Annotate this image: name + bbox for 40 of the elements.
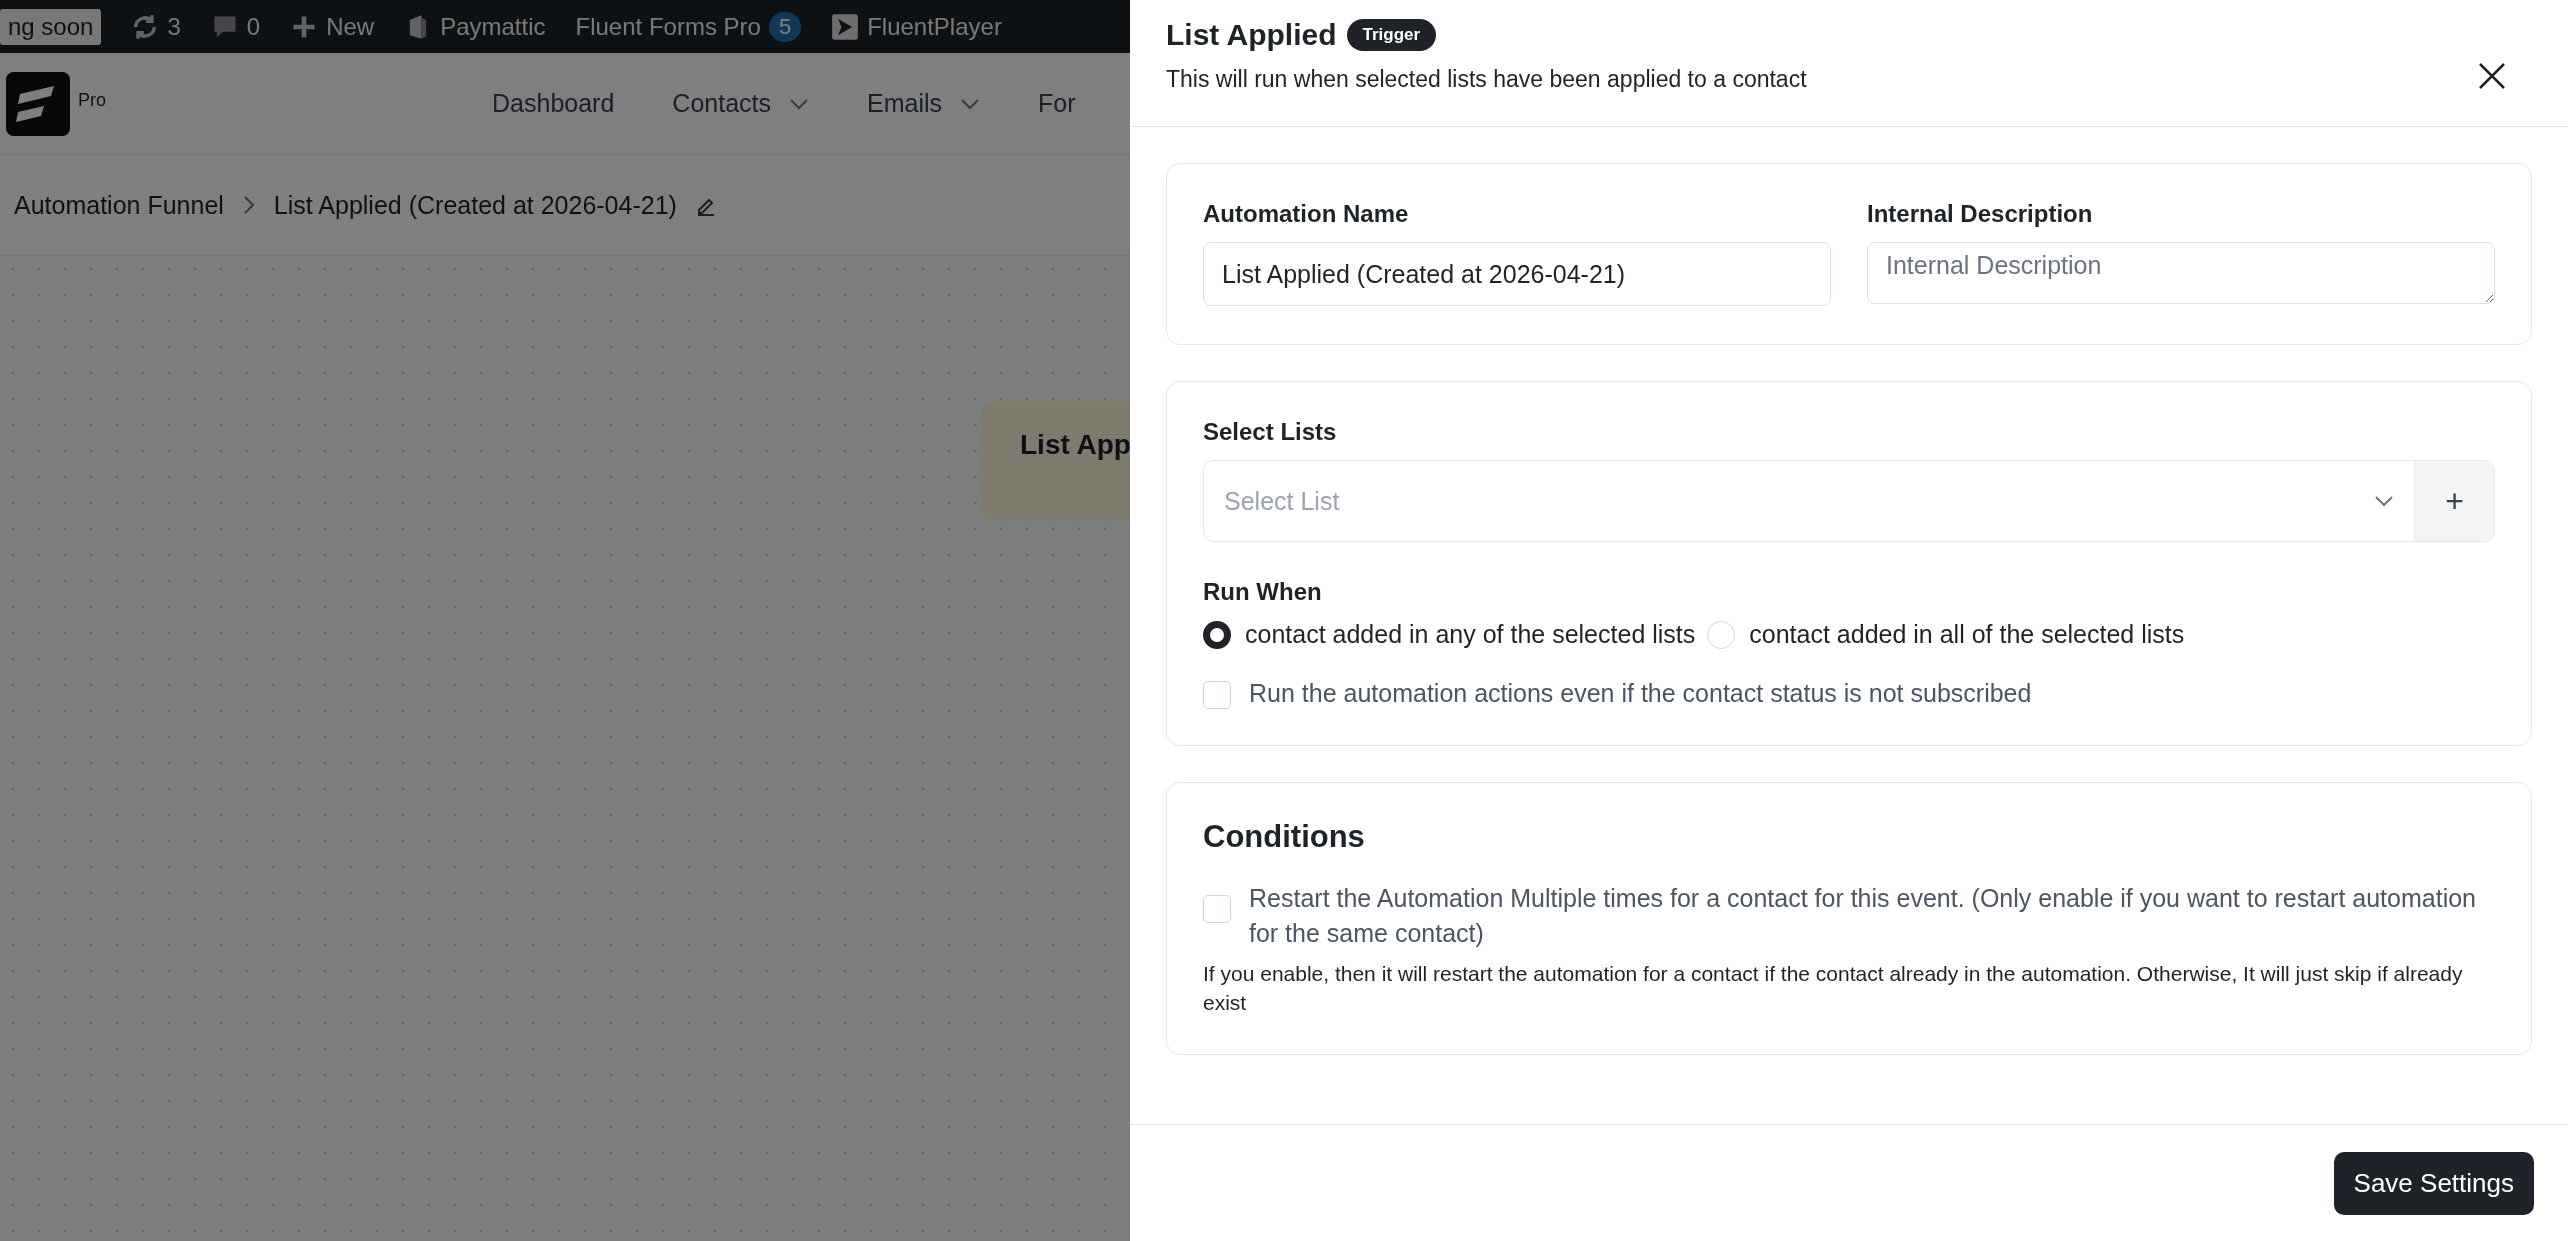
pro-label: Pro — [78, 90, 106, 111]
toolbar-link[interactable]: New — [326, 12, 375, 41]
nav-link[interactable]: Contacts — [672, 89, 771, 118]
help-text: If you enable, then it will restart the automation for a contact if the contact already in the automation. Otherwise, It will just skip if already exist — [1203, 961, 2464, 1017]
field-label: Internal Description — [1867, 200, 2094, 228]
coming-soon-badge: ng soon — [0, 8, 102, 45]
drawer-title: List Applied — [1166, 18, 1337, 52]
drawer-subtitle: This will run when selected lists have been applied to a contact — [1166, 66, 1807, 93]
nav-link[interactable]: Dashboard — [492, 89, 615, 118]
description-field[interactable]: Internal Description — [1867, 242, 2495, 304]
breadcrumb-link[interactable]: Automation Funnel — [14, 190, 224, 220]
checkbox-label[interactable]: Run the automation actions even if the contact status is not subscribed — [1249, 679, 2032, 708]
breadcrumb-current: List Applied (Created at 2026-04-21) — [273, 190, 677, 220]
trigger-badge: Trigger — [1346, 19, 1437, 51]
toolbar-link[interactable]: FluentPlayer — [867, 12, 1002, 41]
checkbox[interactable] — [1203, 681, 1231, 709]
field-label: Run When — [1203, 578, 1323, 606]
field-label: Select Lists — [1203, 418, 1338, 446]
play-icon — [831, 12, 860, 41]
radio-label[interactable]: contact added in all of the selected lists — [1749, 620, 2185, 649]
automation-name-field[interactable]: List Applied (Created at 2026-04-21) — [1203, 242, 1831, 306]
toolbar-link[interactable]: Paymattic — [440, 12, 546, 41]
radio-label[interactable]: contact added in any of the selected lists — [1245, 620, 1696, 649]
chevron-right-icon — [241, 195, 256, 215]
toolbar-link[interactable]: 3 — [167, 12, 181, 41]
checkbox-label[interactable]: Restart the Automation Multiple times for a contact for this event. (Only enable if you want to restart automation for the same contact) — [1249, 881, 2495, 951]
nav-link[interactable]: For — [1038, 89, 1076, 118]
chevron-down-icon — [789, 97, 809, 110]
toolbar-link[interactable]: 0 — [246, 12, 261, 41]
checkbox[interactable] — [1203, 895, 1231, 923]
chevron-down-icon — [960, 97, 980, 110]
field-label: Automation Name — [1203, 200, 1410, 228]
nav-link[interactable]: Emails — [867, 89, 942, 118]
count-badge: 5 — [768, 11, 802, 42]
radio-button[interactable] — [1203, 620, 1231, 649]
toolbar-link[interactable]: Fluent Forms Pro — [575, 12, 761, 41]
trigger-node[interactable]: List App — [982, 401, 1130, 521]
section-title: Conditions — [1203, 819, 1366, 855]
save-button[interactable]: Save Settings — [2333, 1151, 2534, 1215]
logo-icon[interactable] — [6, 71, 70, 136]
